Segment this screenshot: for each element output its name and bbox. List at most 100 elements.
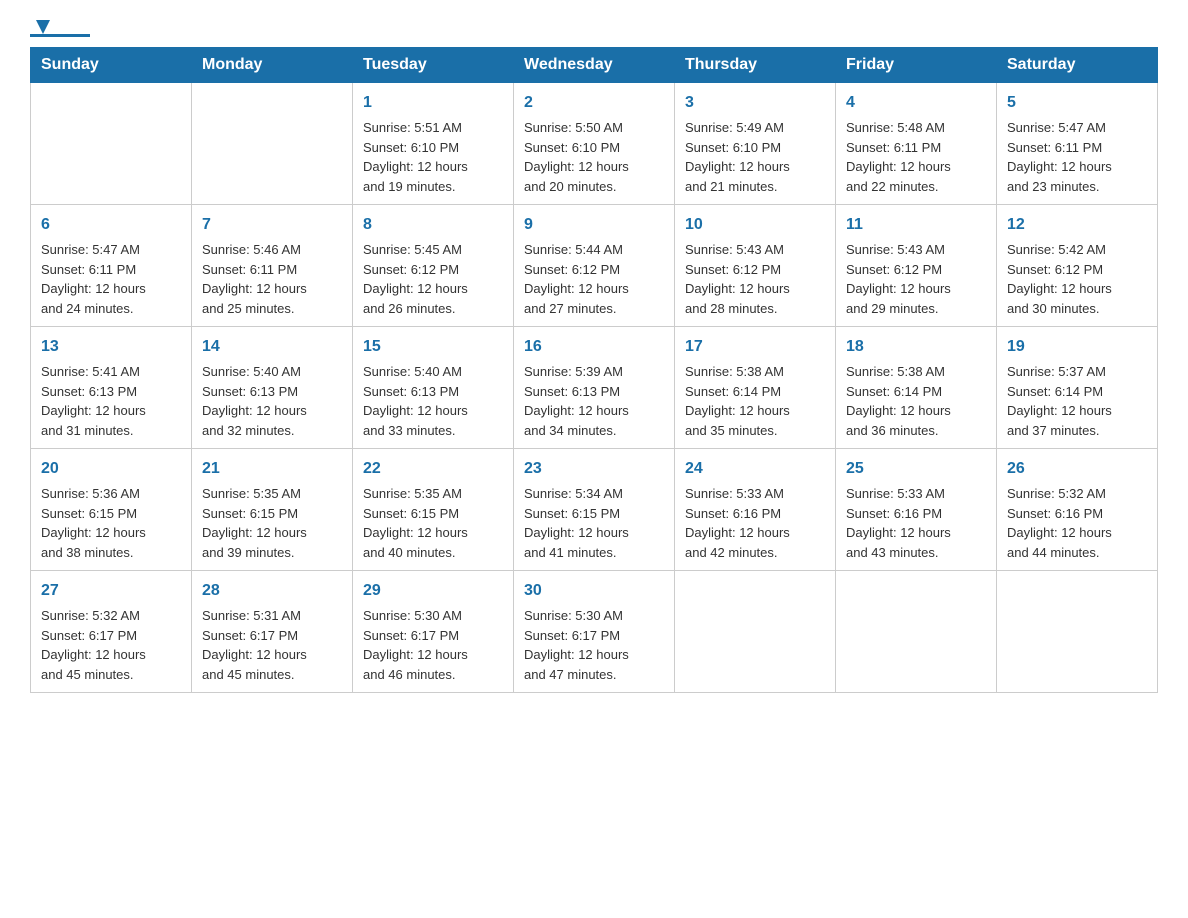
calendar-cell: 28 Sunrise: 5:31 AM Sunset: 6:17 PM Dayli… xyxy=(192,571,353,693)
calendar-cell: 15 Sunrise: 5:40 AM Sunset: 6:13 PM Dayli… xyxy=(353,327,514,449)
calendar-cell xyxy=(997,571,1158,693)
day-info: Sunrise: 5:50 AM Sunset: 6:10 PM Dayligh… xyxy=(524,118,664,196)
calendar-cell: 13 Sunrise: 5:41 AM Sunset: 6:13 PM Dayli… xyxy=(31,327,192,449)
weekday-header-wednesday: Wednesday xyxy=(514,48,675,83)
day-number: 6 xyxy=(41,213,181,237)
day-info: Sunrise: 5:40 AM Sunset: 6:13 PM Dayligh… xyxy=(363,362,503,440)
calendar-cell: 4 Sunrise: 5:48 AM Sunset: 6:11 PM Daylig… xyxy=(836,83,997,205)
calendar-cell: 2 Sunrise: 5:50 AM Sunset: 6:10 PM Daylig… xyxy=(514,83,675,205)
day-info: Sunrise: 5:30 AM Sunset: 6:17 PM Dayligh… xyxy=(363,606,503,684)
weekday-header-saturday: Saturday xyxy=(997,48,1158,83)
calendar-week-row: 13 Sunrise: 5:41 AM Sunset: 6:13 PM Dayli… xyxy=(31,327,1158,449)
day-number: 30 xyxy=(524,579,664,603)
day-info: Sunrise: 5:43 AM Sunset: 6:12 PM Dayligh… xyxy=(846,240,986,318)
calendar-cell: 11 Sunrise: 5:43 AM Sunset: 6:12 PM Dayli… xyxy=(836,205,997,327)
calendar-cell xyxy=(836,571,997,693)
weekday-header-tuesday: Tuesday xyxy=(353,48,514,83)
weekday-header-thursday: Thursday xyxy=(675,48,836,83)
day-number: 15 xyxy=(363,335,503,359)
calendar-cell: 21 Sunrise: 5:35 AM Sunset: 6:15 PM Dayli… xyxy=(192,449,353,571)
day-info: Sunrise: 5:37 AM Sunset: 6:14 PM Dayligh… xyxy=(1007,362,1147,440)
calendar-cell: 12 Sunrise: 5:42 AM Sunset: 6:12 PM Dayli… xyxy=(997,205,1158,327)
day-number: 11 xyxy=(846,213,986,237)
day-info: Sunrise: 5:41 AM Sunset: 6:13 PM Dayligh… xyxy=(41,362,181,440)
day-number: 14 xyxy=(202,335,342,359)
day-number: 22 xyxy=(363,457,503,481)
day-info: Sunrise: 5:34 AM Sunset: 6:15 PM Dayligh… xyxy=(524,484,664,562)
day-number: 8 xyxy=(363,213,503,237)
weekday-header-sunday: Sunday xyxy=(31,48,192,83)
calendar-cell: 7 Sunrise: 5:46 AM Sunset: 6:11 PM Daylig… xyxy=(192,205,353,327)
day-info: Sunrise: 5:32 AM Sunset: 6:16 PM Dayligh… xyxy=(1007,484,1147,562)
day-number: 17 xyxy=(685,335,825,359)
calendar-cell: 18 Sunrise: 5:38 AM Sunset: 6:14 PM Dayli… xyxy=(836,327,997,449)
calendar-cell: 26 Sunrise: 5:32 AM Sunset: 6:16 PM Dayli… xyxy=(997,449,1158,571)
day-info: Sunrise: 5:36 AM Sunset: 6:15 PM Dayligh… xyxy=(41,484,181,562)
day-info: Sunrise: 5:47 AM Sunset: 6:11 PM Dayligh… xyxy=(1007,118,1147,196)
day-number: 2 xyxy=(524,91,664,115)
day-number: 7 xyxy=(202,213,342,237)
calendar-cell xyxy=(31,83,192,205)
day-info: Sunrise: 5:35 AM Sunset: 6:15 PM Dayligh… xyxy=(202,484,342,562)
day-number: 10 xyxy=(685,213,825,237)
day-number: 4 xyxy=(846,91,986,115)
calendar-week-row: 6 Sunrise: 5:47 AM Sunset: 6:11 PM Daylig… xyxy=(31,205,1158,327)
calendar-cell: 9Sunrise: 5:44 AM Sunset: 6:12 PM Daylig… xyxy=(514,205,675,327)
calendar-cell: 17 Sunrise: 5:38 AM Sunset: 6:14 PM Dayli… xyxy=(675,327,836,449)
calendar-cell: 1 Sunrise: 5:51 AM Sunset: 6:10 PM Daylig… xyxy=(353,83,514,205)
day-info: Sunrise: 5:38 AM Sunset: 6:14 PM Dayligh… xyxy=(846,362,986,440)
day-number: 28 xyxy=(202,579,342,603)
day-number: 19 xyxy=(1007,335,1147,359)
calendar-header-row: SundayMondayTuesdayWednesdayThursdayFrid… xyxy=(31,48,1158,83)
calendar-cell xyxy=(192,83,353,205)
day-info: Sunrise: 5:51 AM Sunset: 6:10 PM Dayligh… xyxy=(363,118,503,196)
calendar-cell: 22 Sunrise: 5:35 AM Sunset: 6:15 PM Dayli… xyxy=(353,449,514,571)
day-number: 21 xyxy=(202,457,342,481)
calendar-cell: 25Sunrise: 5:33 AM Sunset: 6:16 PM Dayli… xyxy=(836,449,997,571)
day-number: 20 xyxy=(41,457,181,481)
day-number: 24 xyxy=(685,457,825,481)
day-number: 9 xyxy=(524,213,664,237)
calendar-week-row: 20 Sunrise: 5:36 AM Sunset: 6:15 PM Dayli… xyxy=(31,449,1158,571)
day-info: Sunrise: 5:39 AM Sunset: 6:13 PM Dayligh… xyxy=(524,362,664,440)
calendar-cell: 27Sunrise: 5:32 AM Sunset: 6:17 PM Dayli… xyxy=(31,571,192,693)
calendar-cell xyxy=(675,571,836,693)
calendar-cell: 14Sunrise: 5:40 AM Sunset: 6:13 PM Dayli… xyxy=(192,327,353,449)
calendar-cell: 16Sunrise: 5:39 AM Sunset: 6:13 PM Dayli… xyxy=(514,327,675,449)
calendar-cell: 6 Sunrise: 5:47 AM Sunset: 6:11 PM Daylig… xyxy=(31,205,192,327)
calendar-cell: 30Sunrise: 5:30 AM Sunset: 6:17 PM Dayli… xyxy=(514,571,675,693)
day-number: 18 xyxy=(846,335,986,359)
logo xyxy=(30,20,94,37)
calendar-cell: 23 Sunrise: 5:34 AM Sunset: 6:15 PM Dayli… xyxy=(514,449,675,571)
day-number: 12 xyxy=(1007,213,1147,237)
day-info: Sunrise: 5:47 AM Sunset: 6:11 PM Dayligh… xyxy=(41,240,181,318)
day-info: Sunrise: 5:43 AM Sunset: 6:12 PM Dayligh… xyxy=(685,240,825,318)
day-info: Sunrise: 5:42 AM Sunset: 6:12 PM Dayligh… xyxy=(1007,240,1147,318)
weekday-header-monday: Monday xyxy=(192,48,353,83)
day-info: Sunrise: 5:33 AM Sunset: 6:16 PM Dayligh… xyxy=(846,484,986,562)
day-number: 23 xyxy=(524,457,664,481)
day-number: 1 xyxy=(363,91,503,115)
day-info: Sunrise: 5:31 AM Sunset: 6:17 PM Dayligh… xyxy=(202,606,342,684)
calendar-cell: 20 Sunrise: 5:36 AM Sunset: 6:15 PM Dayli… xyxy=(31,449,192,571)
weekday-header-friday: Friday xyxy=(836,48,997,83)
day-info: Sunrise: 5:46 AM Sunset: 6:11 PM Dayligh… xyxy=(202,240,342,318)
day-info: Sunrise: 5:48 AM Sunset: 6:11 PM Dayligh… xyxy=(846,118,986,196)
day-number: 27 xyxy=(41,579,181,603)
calendar-cell: 10 Sunrise: 5:43 AM Sunset: 6:12 PM Dayli… xyxy=(675,205,836,327)
day-info: Sunrise: 5:35 AM Sunset: 6:15 PM Dayligh… xyxy=(363,484,503,562)
day-info: Sunrise: 5:45 AM Sunset: 6:12 PM Dayligh… xyxy=(363,240,503,318)
day-number: 5 xyxy=(1007,91,1147,115)
calendar-cell: 29Sunrise: 5:30 AM Sunset: 6:17 PM Dayli… xyxy=(353,571,514,693)
calendar-cell: 8 Sunrise: 5:45 AM Sunset: 6:12 PM Daylig… xyxy=(353,205,514,327)
day-number: 26 xyxy=(1007,457,1147,481)
calendar-week-row: 1 Sunrise: 5:51 AM Sunset: 6:10 PM Daylig… xyxy=(31,83,1158,205)
calendar-week-row: 27Sunrise: 5:32 AM Sunset: 6:17 PM Dayli… xyxy=(31,571,1158,693)
day-number: 3 xyxy=(685,91,825,115)
calendar-cell: 24 Sunrise: 5:33 AM Sunset: 6:16 PM Dayli… xyxy=(675,449,836,571)
calendar-table: SundayMondayTuesdayWednesdayThursdayFrid… xyxy=(30,47,1158,693)
day-info: Sunrise: 5:38 AM Sunset: 6:14 PM Dayligh… xyxy=(685,362,825,440)
day-number: 13 xyxy=(41,335,181,359)
calendar-cell: 5 Sunrise: 5:47 AM Sunset: 6:11 PM Daylig… xyxy=(997,83,1158,205)
day-info: Sunrise: 5:33 AM Sunset: 6:16 PM Dayligh… xyxy=(685,484,825,562)
